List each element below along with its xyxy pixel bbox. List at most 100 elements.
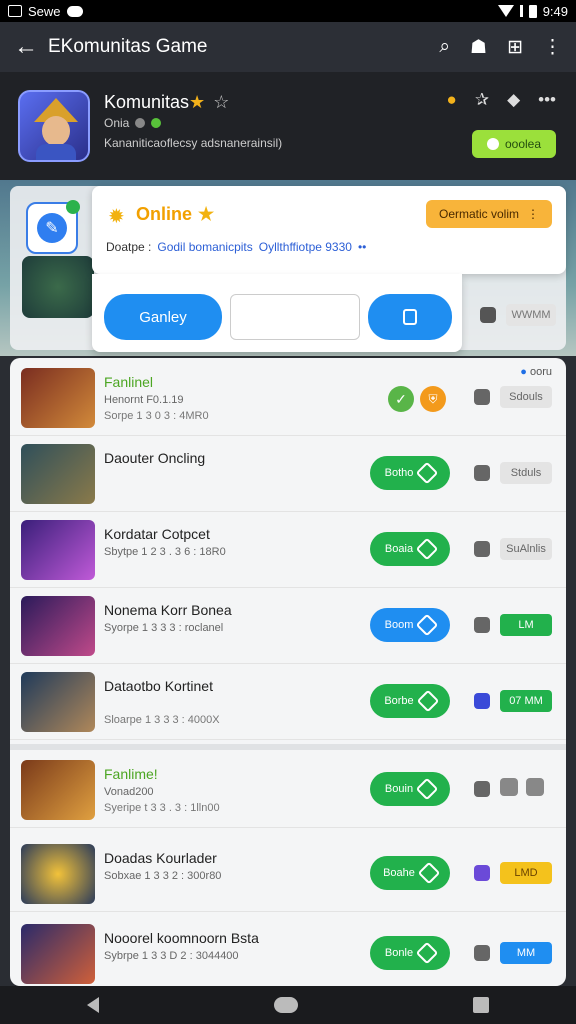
item-sub2: Syeripe t 3 3 . 3 : 1lln00 bbox=[104, 802, 220, 814]
document-button[interactable] bbox=[368, 294, 452, 340]
game-avatar[interactable] bbox=[18, 90, 90, 162]
item-tag[interactable]: Stduls bbox=[500, 462, 552, 484]
online-label: Online bbox=[136, 204, 193, 224]
popup-info-line: Doatpe : Godil bomanicpits Oyllthffiotpe… bbox=[106, 240, 366, 254]
message-icon[interactable] bbox=[526, 778, 544, 796]
item-tag[interactable]: SuAlnlis bbox=[500, 538, 552, 560]
action-label: Botho bbox=[384, 467, 414, 479]
star-outline-icon[interactable]: ✰ bbox=[475, 90, 489, 110]
item-sub2: Sorpe 1 3 0 3 : 4MR0 bbox=[104, 410, 209, 422]
tag-icon[interactable] bbox=[474, 865, 490, 881]
profile-name-row: Komunitas★ ☆ bbox=[104, 92, 229, 113]
action-label: Boom bbox=[384, 619, 414, 631]
nav-home-icon[interactable] bbox=[273, 997, 298, 1013]
more-horizontal-icon[interactable]: ••• bbox=[538, 90, 556, 110]
document-icon bbox=[403, 309, 417, 325]
system-nav-bar bbox=[0, 986, 576, 1024]
notification-icon bbox=[8, 5, 22, 17]
bookmark-icon[interactable] bbox=[474, 617, 490, 633]
diamond-icon bbox=[415, 777, 439, 801]
chat-icon bbox=[486, 138, 499, 150]
online-popup: ✹ Online ★ Oermatic volim ⋮ Doatpe : Godi… bbox=[92, 186, 566, 274]
status-bar: Sewe 9:49 bbox=[0, 0, 576, 22]
status-dot-icon bbox=[135, 118, 146, 128]
item-name: Nooorel koomnoorn Bsta bbox=[104, 930, 259, 946]
nav-recents-icon[interactable] bbox=[472, 997, 489, 1013]
shield-icon[interactable]: ⛨ bbox=[420, 386, 446, 412]
orange-action-button[interactable]: Oermatic volim ⋮ bbox=[426, 200, 552, 228]
game-thumbnail bbox=[21, 520, 95, 580]
item-name: Nonema Korr Bonea bbox=[104, 602, 232, 618]
search-icon[interactable]: ⌕ bbox=[439, 36, 450, 58]
corner-label: ooru bbox=[529, 366, 552, 378]
item-tag[interactable]: MM bbox=[500, 942, 552, 964]
banner-thumbnail[interactable] bbox=[22, 256, 94, 318]
banner-tag[interactable]: WWMM bbox=[506, 304, 556, 326]
item-tag[interactable]: Sdouls bbox=[500, 386, 552, 408]
popup-input[interactable] bbox=[230, 294, 360, 340]
bookmark-icon[interactable] bbox=[474, 541, 490, 557]
list-item[interactable]: Kordatar Cotpcet Sbytpe 1 2 3 . 3 6 : 18… bbox=[10, 512, 566, 588]
action-label: Boahe bbox=[383, 867, 415, 879]
back-arrow-icon[interactable]: ← bbox=[14, 33, 44, 61]
play-button[interactable]: Boom bbox=[370, 608, 450, 642]
item-extra-icons bbox=[500, 778, 544, 796]
copy-icon[interactable] bbox=[500, 778, 518, 796]
action-label: Bouin bbox=[384, 783, 414, 795]
online-button[interactable]: ooolea bbox=[472, 130, 556, 158]
app-bar: ← EKomunitas Game ⌕ ☗ ⊞ ⋮ bbox=[0, 22, 576, 72]
more-vertical-icon[interactable]: ⋮ bbox=[543, 36, 562, 59]
diamond-icon[interactable]: ◆ bbox=[507, 90, 520, 110]
close-x-icon[interactable] bbox=[474, 693, 490, 709]
more-icon[interactable]: •• bbox=[358, 240, 366, 254]
bookmark-icon[interactable] bbox=[474, 389, 490, 405]
popup-link-2[interactable]: Oyllthffiotpe 9330 bbox=[259, 240, 352, 254]
list-item[interactable]: Nonema Korr Bonea Syorpe 1 3 3 3 : rocla… bbox=[10, 588, 566, 664]
action-label: Boaia bbox=[384, 543, 414, 555]
diamond-icon bbox=[416, 461, 439, 485]
online-title-row: Online ★ bbox=[136, 204, 214, 225]
play-button[interactable]: Bouin bbox=[370, 772, 450, 806]
play-button[interactable]: Boahe bbox=[370, 856, 450, 890]
list-item[interactable]: Doadas Kourlader Sobxae 1 3 3 2 : 300r80… bbox=[10, 836, 566, 912]
play-button[interactable]: Botho bbox=[370, 456, 450, 490]
coin-icon[interactable]: ● bbox=[447, 90, 457, 110]
game-thumbnail bbox=[21, 444, 95, 504]
community-icon[interactable]: ☗ bbox=[470, 36, 487, 59]
play-button[interactable]: Boaia bbox=[370, 532, 450, 566]
favorite-star-icon[interactable]: ☆ bbox=[213, 92, 229, 112]
list-item[interactable]: Fanlime! Vonad200 Syeripe t 3 3 . 3 : 1l… bbox=[10, 752, 566, 828]
sun-icon: ✹ bbox=[108, 206, 125, 228]
online-button-label: ooolea bbox=[504, 137, 542, 151]
list-item[interactable]: Dataotbo Kortinet Sloarpe 1 3 3 3 : 4000… bbox=[10, 664, 566, 740]
diamond-icon bbox=[417, 861, 441, 885]
tag-icon[interactable] bbox=[480, 307, 496, 323]
item-sub: Sloarpe 1 3 3 3 : 4000X bbox=[104, 714, 220, 726]
bookmark-icon[interactable] bbox=[474, 465, 490, 481]
popup-link-1[interactable]: Godil bomanicpits bbox=[157, 240, 252, 254]
diamond-icon bbox=[416, 689, 439, 713]
play-button[interactable]: Borbe bbox=[370, 684, 450, 718]
bookmark-icon[interactable] bbox=[474, 945, 490, 961]
popup-actions: Ganley bbox=[92, 274, 462, 352]
game-thumbnail bbox=[21, 760, 95, 820]
popup-primary-button[interactable]: Ganley bbox=[104, 294, 222, 340]
item-tag[interactable]: LMD bbox=[500, 862, 552, 884]
game-thumbnail bbox=[21, 844, 95, 904]
list-item[interactable]: Nooorel koomnoorn Bsta Sybrpe 1 3 3 D 2 … bbox=[10, 916, 566, 992]
app-shortcut-icon[interactable]: ✎ bbox=[26, 200, 80, 254]
bookmark-icon[interactable] bbox=[474, 781, 490, 797]
status-app-label: Sewe bbox=[28, 3, 61, 19]
grid-icon[interactable]: ⊞ bbox=[507, 36, 523, 59]
play-button[interactable]: Bonle bbox=[370, 936, 450, 970]
game-thumbnail bbox=[21, 368, 95, 428]
list-item[interactable]: Fanlinel Henornt F0.1.19 Sorpe 1 3 0 3 :… bbox=[10, 360, 566, 436]
badge-icon bbox=[66, 200, 80, 214]
list-item[interactable]: Daouter Oncling Botho Stduls bbox=[10, 436, 566, 512]
nav-back-icon[interactable] bbox=[87, 997, 100, 1013]
item-tag[interactable]: 07 MM bbox=[500, 690, 552, 712]
check-icon[interactable]: ✓ bbox=[388, 386, 414, 412]
item-sub: Henornt F0.1.19 bbox=[104, 394, 184, 406]
item-name: Kordatar Cotpcet bbox=[104, 526, 210, 542]
item-tag[interactable]: LM bbox=[500, 614, 552, 636]
